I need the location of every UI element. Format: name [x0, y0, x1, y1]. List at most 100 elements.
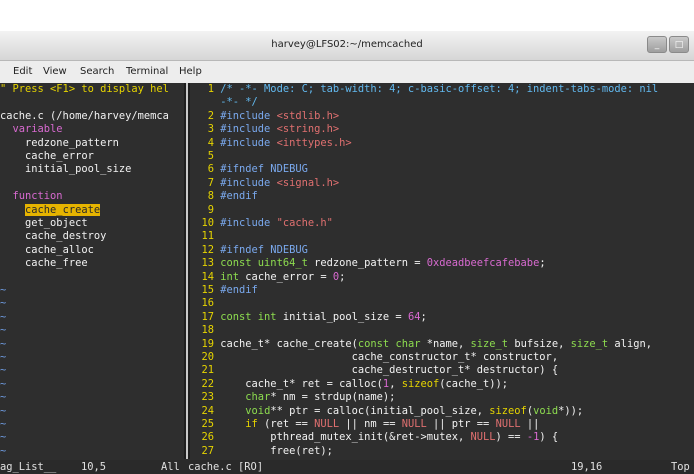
taglist-help-hint[interactable]: " Press <F1> to display hel	[0, 83, 184, 96]
taglist-scroll-indicator: All	[161, 461, 180, 473]
line-number: 25	[201, 418, 214, 430]
code-token: char	[245, 391, 271, 404]
empty-line-marker: ~	[0, 284, 7, 296]
line-number: 15	[201, 284, 214, 296]
code-token: *name,	[420, 337, 471, 350]
code-line[interactable]: 1 /* -*- Mode: C; tab-width: 4; c-basic-…	[190, 83, 694, 96]
code-line[interactable]: 21 cache_destructor_t* destructor) {	[190, 364, 694, 377]
taglist-item-initial-pool-size-text: initial_pool_size	[25, 163, 132, 176]
taglist-item-get-object[interactable]: get_object	[0, 217, 184, 230]
taglist-item-cache-alloc[interactable]: cache_alloc	[0, 244, 184, 257]
code-line[interactable]: 12 #ifndef NDEBUG	[190, 244, 694, 257]
code-token: -1	[526, 431, 540, 444]
code-line[interactable]: 14 int cache_error = 0;	[190, 271, 694, 284]
code-line[interactable]: 8 #endif	[190, 190, 694, 203]
empty-line-marker: ~	[0, 377, 7, 390]
code-line[interactable]: 27 free(ret);	[190, 445, 694, 458]
empty-line-marker: ~	[0, 404, 7, 417]
taglist-section-variable[interactable]: variable	[0, 123, 184, 136]
code-token: if	[245, 418, 258, 430]
code-line[interactable]: 20 cache_constructor_t* constructor,	[190, 351, 694, 364]
taglist-item-cache-destroy[interactable]: cache_destroy	[0, 230, 184, 243]
code-token: sizeof	[401, 377, 440, 390]
code-token: #include	[220, 109, 277, 122]
code-token: #include	[220, 123, 277, 136]
terminal-area[interactable]: " Press <F1> to display hel cache.c (/hom…	[0, 83, 694, 474]
code-token: 0xdeadbeefcafebabe	[426, 257, 540, 270]
line-number: 3	[207, 123, 214, 136]
taglist-file-text: cache.c (/home/harvey/memca	[0, 109, 169, 122]
code-token: bufsize,	[508, 337, 571, 350]
line-number: 10	[201, 217, 214, 229]
code-token: ;	[420, 310, 427, 323]
empty-line-marker: ~	[0, 337, 7, 350]
code-token: *));	[558, 404, 584, 417]
maximize-button[interactable]: □	[669, 36, 689, 53]
code-line[interactable]: 18	[190, 324, 694, 337]
taglist-buffer-name: ag_List__	[0, 461, 57, 473]
code-line[interactable]: 22 cache_t* ret = calloc(1, sizeof(cache…	[190, 378, 694, 391]
code-token: #endif	[220, 284, 258, 296]
code-token: NULL	[314, 418, 340, 430]
code-line[interactable]: 23 char* nm = strdup(name);	[190, 391, 694, 404]
line-number: 27	[201, 444, 214, 457]
taglist-item-initial-pool-size[interactable]: initial_pool_size	[0, 163, 184, 176]
editor-file-name: cache.c [RO]	[188, 461, 264, 473]
code-line[interactable]: -*- */	[190, 96, 694, 109]
code-line[interactable]: 3 #include <string.h>	[190, 123, 694, 136]
code-token: * nm = strdup(name);	[270, 391, 396, 404]
code-token: ** ptr = calloc(initial_pool_size,	[270, 404, 490, 417]
code-line[interactable]: 9	[190, 204, 694, 217]
menu-view[interactable]: View	[43, 66, 67, 77]
code-token: 64	[407, 310, 421, 323]
code-token: cache_destructor_t* destructor) {	[220, 364, 559, 377]
code-line[interactable]: 6 #ifndef NDEBUG	[190, 163, 694, 176]
taglist-section-function[interactable]: function	[0, 190, 184, 203]
code-line[interactable]: 25 if (ret == NULL || nm == NULL || ptr …	[190, 418, 694, 431]
empty-line-marker: ~	[0, 310, 7, 323]
line-number: 13	[201, 257, 214, 270]
code-line[interactable]: 7 #include <signal.h>	[190, 177, 694, 190]
code-line[interactable]: 2 #include <stdlib.h>	[190, 110, 694, 123]
code-token: initial_pool_size =	[276, 310, 408, 323]
taglist-item-cache-error-text: cache_error	[25, 150, 94, 162]
line-number: 21	[201, 364, 214, 377]
code-line[interactable]: 15 #endif	[190, 284, 694, 297]
code-line[interactable]: 26 pthread_mutex_init(&ret->mutex, NULL)…	[190, 431, 694, 444]
code-token: void	[533, 404, 559, 417]
taglist-item-cache-create[interactable]: cache_create	[0, 203, 184, 217]
code-line[interactable]: 4 #include <inttypes.h>	[190, 137, 694, 150]
editor-cursor-pos: 19,16	[571, 461, 603, 473]
menu-search[interactable]: Search	[80, 66, 114, 77]
taglist-file[interactable]: cache.c (/home/harvey/memca	[0, 110, 184, 123]
code-line[interactable]: 16	[190, 297, 694, 310]
code-token: ) ==	[495, 431, 527, 444]
minimize-button[interactable]: _	[647, 36, 667, 53]
code-line[interactable]: 19 cache_t* cache_create(const char *nam…	[190, 338, 694, 351]
line-number: 1	[207, 83, 214, 95]
menu-terminal[interactable]: Terminal	[126, 66, 168, 77]
taglist-item-cache-create-text: cache_create	[25, 203, 101, 216]
code-line[interactable]: 24 void** ptr = calloc(initial_pool_size…	[190, 405, 694, 418]
menu-edit[interactable]: Edit	[13, 66, 32, 77]
code-line[interactable]: 13 const uint64_t redzone_pattern = 0xde…	[190, 257, 694, 270]
code-line[interactable]: 17 const int initial_pool_size = 64;	[190, 311, 694, 324]
terminal-window: harvey@LFS02:~/memcached _ □ Edit View S…	[0, 31, 694, 474]
code-line[interactable]: 10 #include "cache.h"	[190, 217, 694, 230]
taglist-item-redzone-pattern[interactable]: redzone_pattern	[0, 137, 184, 150]
line-number: 9	[207, 203, 214, 216]
taglist-item-cache-alloc-text: cache_alloc	[25, 243, 94, 256]
line-number: 23	[201, 391, 214, 404]
code-line[interactable]: 11	[190, 230, 694, 243]
code-line[interactable]: 5	[190, 150, 694, 163]
code-token: #ifndef NDEBUG	[220, 243, 308, 256]
menu-help[interactable]: Help	[179, 66, 202, 77]
taglist-item-cache-error[interactable]: cache_error	[0, 150, 184, 163]
code-token: /* -*- Mode: C; tab-width: 4; c-basic-of…	[220, 83, 659, 95]
empty-line-marker: ~	[0, 431, 7, 444]
code-token: -*- */	[220, 96, 258, 109]
taglist-item-cache-free[interactable]: cache_free	[0, 257, 184, 270]
line-number: 16	[201, 297, 214, 310]
status-line: ag_List__ 10,5 All cache.c [RO] 19,16 To…	[0, 460, 694, 474]
